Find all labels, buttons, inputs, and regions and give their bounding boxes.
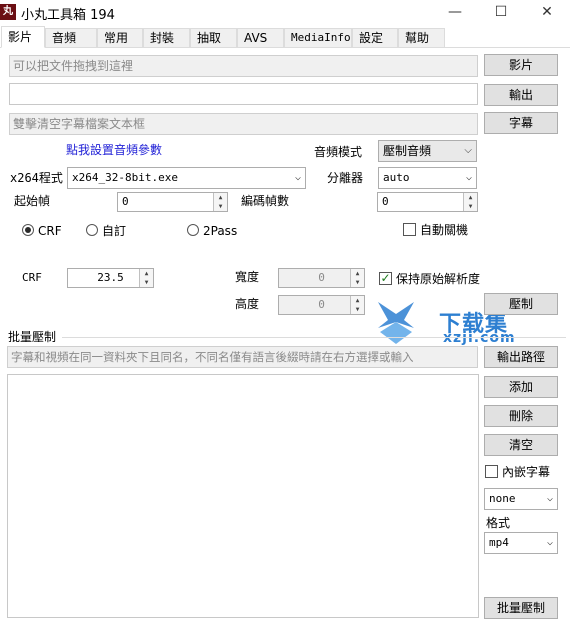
format-value: mp4 [489,536,509,549]
embed-subtitle-checkbox[interactable] [485,465,498,478]
2pass-radio-label: 2Pass [203,224,238,238]
splitter-value: auto [383,171,410,184]
maximize-button[interactable]: ☐ [478,0,524,25]
download-arrow-icon [378,302,414,344]
title-bar: 丸 小丸工具箱 194 — ☐ ✕ [0,0,570,25]
batch-hint-input[interactable]: 字幕和視頻在同一資料夾下且同名，不同名僅有語言後綴時請在右方選擇或輸入 [7,346,478,368]
auto-shutdown-checkbox[interactable] [403,223,416,236]
spinner-arrows-icon[interactable]: ▲ ▼ [139,269,153,287]
x264-label: x264程式 [10,171,63,185]
custom-radio-label: 自訂 [102,224,127,238]
start-frame-label: 起始幀 [14,194,51,208]
subtitle-suffix-select[interactable]: none ⌵ [484,488,558,510]
keep-resolution-label: 保持原始解析度 [396,272,481,286]
subtitle-suffix-value: none [489,492,516,505]
width-value: 0 [318,271,325,284]
crf-radio[interactable] [22,224,34,236]
tab-mediainfo[interactable]: MediaInfo [284,28,352,47]
video-button[interactable]: 影片 [484,54,558,76]
watermark-url: xzji.com [443,330,516,346]
encode-frames-spinner[interactable]: 0 ▲ ▼ [377,192,478,212]
chevron-down-icon: ⌵ [546,537,553,548]
tab-avs[interactable]: AVS [237,28,284,47]
spinner-arrows-icon[interactable]: ▲ ▼ [350,269,364,287]
audio-mode-label: 音頻模式 [314,145,363,159]
chevron-down-icon: ⌵ [546,493,553,504]
add-button[interactable]: 添加 [484,376,558,398]
spinner-arrows-icon[interactable]: ▲ ▼ [213,193,227,211]
output-input[interactable] [9,83,478,105]
chevron-down-icon: ⌵ [464,145,472,156]
batch-file-list[interactable] [7,374,479,618]
close-button[interactable]: ✕ [524,0,570,25]
output-path-button[interactable]: 輸出路徑 [484,346,558,368]
audio-mode-select[interactable]: 壓制音頻 ⌵ [378,140,477,162]
crf-radio-label: CRF [38,224,62,238]
clear-button[interactable]: 清空 [484,434,558,456]
crf-spinner[interactable]: 23.5 ▲ ▼ [67,268,154,288]
chevron-down-icon: ⌵ [465,172,472,183]
x264-value: x264_32-8bit.exe [72,171,178,184]
compress-button[interactable]: 壓制 [484,293,558,315]
2pass-radio[interactable] [187,224,199,236]
minimize-button[interactable]: — [432,0,478,25]
batch-compress-button[interactable]: 批量壓制 [484,597,558,619]
subtitle-input[interactable]: 雙擊清空字幕檔案文本框 [9,113,478,135]
output-button[interactable]: 輸出 [484,84,558,106]
tab-audio[interactable]: 音頻 [45,28,97,47]
width-spinner[interactable]: 0 ▲ ▼ [278,268,365,288]
height-spinner[interactable]: 0 ▲ ▼ [278,295,365,315]
audio-mode-value: 壓制音頻 [383,144,432,158]
keep-resolution-checkbox[interactable]: ✓ [379,272,392,285]
tab-common[interactable]: 常用 [97,28,143,47]
audio-settings-link[interactable]: 點我設置音頻參數 [66,142,162,158]
delete-button[interactable]: 刪除 [484,405,558,427]
auto-shutdown-label: 自動關機 [420,223,469,237]
window-title: 小丸工具箱 194 [21,8,115,23]
height-label: 高度 [235,297,260,311]
crf-value: 23.5 [97,271,124,284]
video-input[interactable]: 可以把文件拖拽到這裡 [9,55,478,77]
chevron-down-icon: ⌵ [294,172,301,183]
spinner-arrows-icon[interactable]: ▲ ▼ [350,296,364,314]
x264-select[interactable]: x264_32-8bit.exe ⌵ [67,167,306,189]
embed-subtitle-label: 內嵌字幕 [502,465,551,479]
crf-label: CRF [22,271,42,284]
custom-radio[interactable] [86,224,98,236]
tab-mux[interactable]: 封裝 [143,28,190,47]
batch-section-label: 批量壓制 [8,330,57,344]
tab-settings[interactable]: 設定 [352,28,398,47]
height-value: 0 [318,298,325,311]
subtitle-button[interactable]: 字幕 [484,112,558,134]
encode-frames-value: 0 [382,195,389,208]
batch-divider [62,337,566,338]
splitter-select[interactable]: auto ⌵ [378,167,477,189]
spinner-arrows-icon[interactable]: ▲ ▼ [463,193,477,211]
tab-extract[interactable]: 抽取 [190,28,237,47]
encode-frames-label: 編碼幀數 [241,194,290,208]
app-icon: 丸 [0,4,16,20]
start-frame-value: 0 [122,195,129,208]
start-frame-spinner[interactable]: 0 ▲ ▼ [117,192,228,212]
tab-help[interactable]: 幫助 [398,28,445,47]
width-label: 寬度 [235,270,260,284]
tab-video[interactable]: 影片 [1,26,45,48]
format-label: 格式 [486,516,511,530]
format-select[interactable]: mp4 ⌵ [484,532,558,554]
splitter-label: 分離器 [327,171,364,185]
